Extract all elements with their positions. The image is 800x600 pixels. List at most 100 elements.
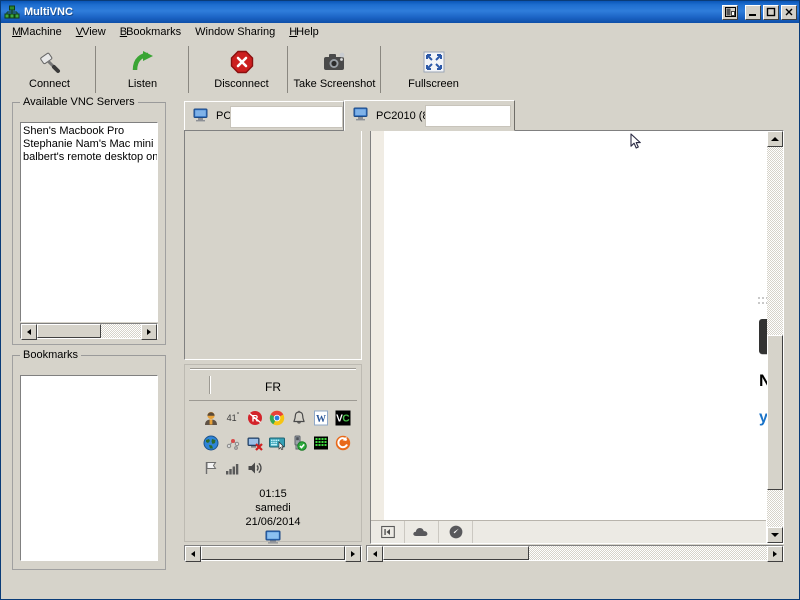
remote-pane-left-bottom[interactable]: FR 41° R W V C 01:15 samedi 21/06/2014	[184, 364, 362, 544]
take-screenshot-button[interactable]: Take Screenshot	[288, 44, 381, 97]
tab-pc2010-2[interactable]: PC2010 (8	[344, 100, 515, 131]
close-button[interactable]	[781, 4, 797, 20]
green-arrow-icon	[130, 49, 156, 75]
menu-machine[interactable]: MMachine	[5, 24, 69, 40]
clock[interactable]: 01:15 samedi 21/06/2014	[185, 487, 361, 529]
title-bar: MultiVNC	[1, 1, 799, 23]
vnc-servers-list[interactable]: Shen's Macbook Pro Stephanie Nam's Mac m…	[20, 122, 158, 322]
menu-bar: MMachine VView BBookmarks Window Sharing…	[1, 23, 799, 41]
help-window-button[interactable]	[722, 4, 738, 20]
connect-label: Connect	[29, 78, 70, 90]
toolbar: Connect Listen Disconnect Take Screensho…	[1, 42, 799, 97]
list-item[interactable]: Shen's Macbook Pro	[21, 125, 157, 138]
hscroll-thumb[interactable]	[201, 546, 345, 560]
remote-pane-left-top[interactable]	[184, 130, 362, 360]
tray-separator-2	[189, 400, 357, 401]
scroll-right-button[interactable]	[141, 324, 157, 340]
flag-icon[interactable]	[200, 455, 222, 480]
keyboard-icon[interactable]	[266, 430, 288, 455]
red-r-icon[interactable]: R	[244, 405, 266, 430]
bookmarks-list[interactable]	[20, 375, 158, 561]
disconnect-label: Disconnect	[214, 78, 269, 90]
globe-icon[interactable]	[200, 430, 222, 455]
desktop-left-strip	[371, 131, 384, 543]
menu-bookmarks[interactable]: BBookmarks	[113, 24, 188, 40]
usb-check-icon[interactable]	[288, 430, 310, 455]
chrome-icon[interactable]	[266, 405, 288, 430]
orange-swirl-icon[interactable]	[332, 430, 354, 455]
cloud-icon[interactable]	[405, 521, 439, 543]
menu-machine-label: Machine	[20, 26, 62, 38]
window-buttons	[722, 4, 797, 20]
take-screenshot-label: Take Screenshot	[293, 78, 376, 90]
multivnc-window: MultiVNC MMachine VView BBookmarks Windo…	[0, 0, 800, 600]
gauge-icon[interactable]	[439, 521, 473, 543]
scroll-right-button[interactable]	[767, 546, 783, 562]
remote-page-content[interactable]: N y	[384, 131, 783, 543]
menu-view[interactable]: VView	[69, 24, 113, 40]
clock-time: 01:15	[259, 488, 287, 500]
menu-bookmarks-label: Bookmarks	[126, 26, 182, 38]
signal-bars-icon[interactable]	[222, 455, 244, 480]
hscroll-track[interactable]	[37, 324, 141, 338]
clock-day: samedi	[255, 502, 291, 514]
tab-pc2010-2-label: PC2010 (8	[376, 109, 429, 122]
maximize-button[interactable]	[763, 4, 779, 20]
disconnect-button[interactable]: Disconnect	[195, 44, 288, 97]
language-indicator[interactable]: FR	[185, 380, 361, 394]
vscroll-track[interactable]	[767, 147, 783, 527]
bookmarks-title: Bookmarks	[20, 349, 82, 361]
volume-icon[interactable]	[244, 455, 266, 480]
vnc-icon[interactable]: V C	[332, 405, 354, 430]
listen-button[interactable]: Listen	[96, 44, 189, 97]
list-item[interactable]: Stephanie Nam's Mac mini	[21, 138, 157, 151]
window-title: MultiVNC	[24, 6, 73, 18]
molecule-icon[interactable]	[222, 430, 244, 455]
vscroll-thumb[interactable]	[767, 335, 783, 490]
person-headset-icon[interactable]	[200, 405, 222, 430]
tab-pc2010-1[interactable]: PC2010 (	[184, 101, 344, 131]
temperature-41-icon[interactable]: 41°	[222, 405, 244, 430]
minimize-button[interactable]	[745, 4, 761, 20]
connect-button[interactable]: Connect	[3, 44, 96, 97]
tab-2-overlay	[425, 105, 511, 127]
word-icon[interactable]: W	[310, 405, 332, 430]
available-vnc-servers-title: Available VNC Servers	[20, 96, 138, 108]
scroll-left-button[interactable]	[185, 546, 201, 562]
green-grid-icon[interactable]	[310, 430, 332, 455]
hscroll-track[interactable]	[201, 546, 345, 560]
vnc-servers-hscrollbar[interactable]	[20, 323, 158, 340]
scroll-down-button[interactable]	[767, 527, 783, 543]
monitor-icon	[353, 107, 368, 124]
hscroll-thumb[interactable]	[383, 546, 529, 560]
svg-text:W: W	[316, 414, 326, 425]
bell-icon[interactable]	[288, 405, 310, 430]
listen-label: Listen	[127, 78, 158, 90]
scroll-left-button[interactable]	[21, 324, 37, 340]
remote-view-vscrollbar[interactable]	[767, 131, 783, 543]
back-box-icon[interactable]	[371, 521, 405, 543]
hscroll-track[interactable]	[383, 546, 767, 560]
menu-window-sharing[interactable]: Window Sharing	[188, 24, 282, 40]
scroll-up-button[interactable]	[767, 131, 783, 147]
list-item[interactable]: balbert's remote desktop on	[21, 151, 157, 164]
fullscreen-label: Fullscreen	[408, 78, 459, 90]
monitor-icon	[193, 108, 208, 125]
fullscreen-button[interactable]: Fullscreen	[387, 44, 480, 97]
remote-view-hscrollbar[interactable]	[366, 545, 784, 562]
menu-help[interactable]: HHelp	[282, 24, 326, 40]
red-stop-icon	[230, 49, 254, 75]
hscroll-thumb[interactable]	[37, 324, 102, 338]
system-tray: 41° R W V C	[200, 405, 360, 480]
camera-icon	[322, 49, 348, 75]
remote-desktop-view[interactable]: N y	[370, 130, 784, 544]
network-icon	[4, 4, 20, 20]
status-bar	[2, 580, 798, 598]
menu-window-sharing-label: Window Sharing	[195, 26, 276, 38]
left-pane-hscrollbar[interactable]	[184, 545, 362, 562]
tray-separator	[190, 368, 356, 370]
scroll-left-button[interactable]	[367, 546, 383, 562]
scroll-right-button[interactable]	[345, 546, 361, 562]
clock-date: 21/06/2014	[245, 516, 301, 528]
disconnected-monitor-icon[interactable]	[244, 430, 266, 455]
